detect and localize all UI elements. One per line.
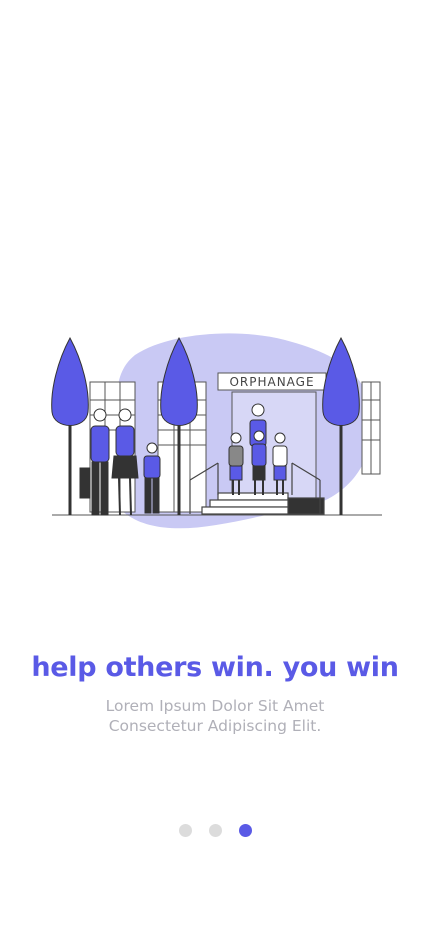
pagination-dot-3[interactable] — [238, 824, 252, 837]
onboarding-subtitle: Lorem Ipsum Dolor Sit Amet Consectetur A… — [0, 696, 430, 736]
orphanage-sign: ORPHANAGE — [229, 375, 314, 389]
pagination-dot-1[interactable] — [178, 824, 192, 837]
subtitle-line-1: Lorem Ipsum Dolor Sit Amet — [105, 697, 325, 715]
orphanage-illustration: ORPHANAGE — [51, 333, 382, 529]
pagination-dot-2[interactable] — [208, 824, 222, 837]
pagination-dots — [0, 824, 430, 837]
onboarding-title: help others win. you win — [31, 652, 399, 683]
subtitle-line-2: Consectetur Adipiscing Elit. — [108, 717, 322, 735]
